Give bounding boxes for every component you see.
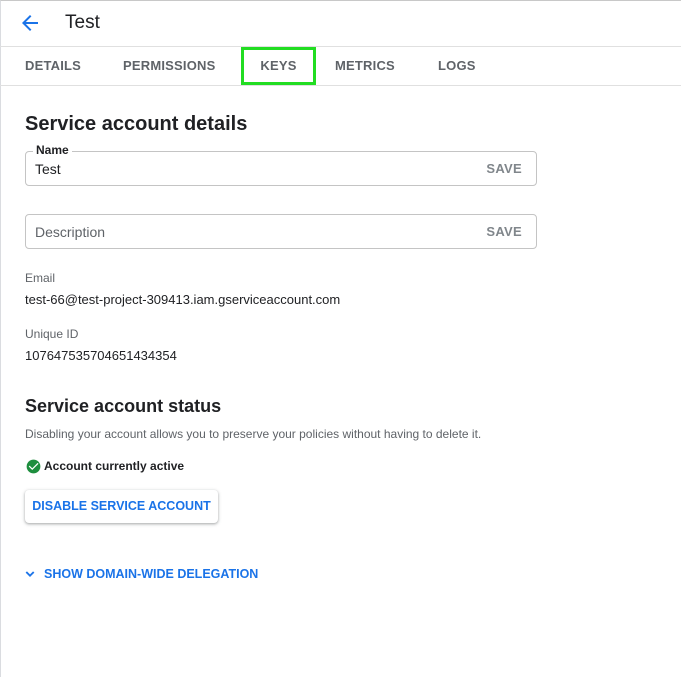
description-save-button[interactable]: SAVE xyxy=(486,224,522,239)
name-field-value[interactable]: Test xyxy=(35,161,61,177)
description-placeholder[interactable]: Description xyxy=(35,224,105,240)
description-field[interactable]: Description SAVE xyxy=(25,214,537,249)
details-section-title: Service account details xyxy=(25,113,248,135)
tab-details[interactable]: DETAILS xyxy=(25,47,81,85)
check-circle-icon xyxy=(26,459,41,474)
status-section-title: Service account status xyxy=(25,396,222,416)
show-delegation-label[interactable]: SHOW DOMAIN-WIDE DELEGATION xyxy=(44,567,258,581)
name-field-label: Name xyxy=(33,143,72,157)
page-title: Test xyxy=(65,12,100,33)
chevron-down-icon[interactable] xyxy=(22,566,38,582)
unique-id-label: Unique ID xyxy=(25,327,79,341)
name-save-button[interactable]: SAVE xyxy=(486,161,522,176)
tab-keys[interactable]: KEYS xyxy=(241,47,316,85)
email-value: test-66@test-project-309413.iam.gservice… xyxy=(25,292,341,307)
disable-service-account-button[interactable]: DISABLE SERVICE ACCOUNT xyxy=(25,490,218,523)
email-label: Email xyxy=(25,271,56,285)
name-field[interactable]: Name Test SAVE xyxy=(25,143,537,186)
tab-logs[interactable]: LOGS xyxy=(438,47,476,85)
status-row: Account currently active xyxy=(26,458,184,474)
unique-id-value: 107647535704651434354 xyxy=(25,348,177,363)
tab-permissions[interactable]: PERMISSIONS xyxy=(123,47,216,85)
show-delegation-toggle[interactable]: SHOW DOMAIN-WIDE DELEGATION xyxy=(22,566,258,582)
tab-metrics[interactable]: METRICS xyxy=(335,47,395,85)
page-header: Test xyxy=(0,0,681,46)
status-help-text: Disabling your account allows you to pre… xyxy=(25,427,482,441)
status-text: Account currently active xyxy=(44,459,185,473)
tab-bar: DETAILS PERMISSIONS KEYS METRICS LOGS xyxy=(0,46,681,86)
arrow-back-icon[interactable] xyxy=(18,11,42,35)
